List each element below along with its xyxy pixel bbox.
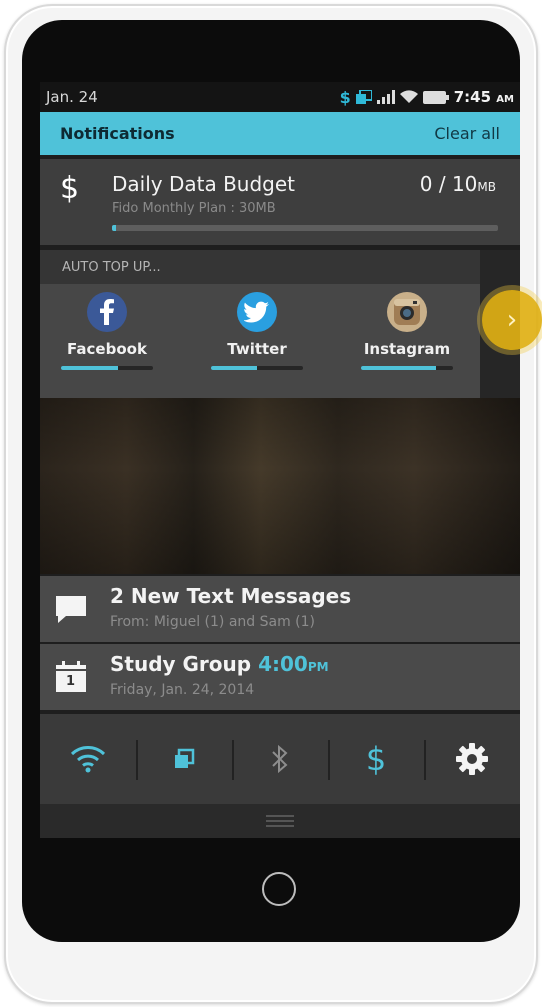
data-budget-toggle[interactable]: $ — [328, 714, 424, 804]
budget-dollar-icon: $ — [60, 171, 80, 206]
twitter-icon — [237, 292, 277, 332]
wifi-toggle[interactable] — [40, 714, 136, 804]
budget-progress-bar — [112, 225, 498, 231]
app-twitter[interactable]: Twitter — [202, 292, 312, 392]
wallpaper-shade — [40, 398, 520, 574]
calendar-icon: 1 — [54, 660, 88, 694]
messages-notification[interactable]: 2 New Text Messages From: Miguel (1) and… — [40, 576, 520, 642]
settings-button[interactable] — [424, 714, 520, 804]
app-progress-bar — [361, 366, 453, 370]
messages-subtitle: From: Miguel (1) and Sam (1) — [110, 614, 315, 630]
app-name: Twitter — [227, 340, 287, 358]
auto-top-up-label: AUTO TOP UP... — [40, 250, 480, 284]
drawer-handle[interactable] — [40, 804, 520, 838]
data-sync-icon — [355, 90, 372, 104]
dollar-icon: $ — [365, 740, 387, 778]
notifications-header: Notifications Clear all — [40, 112, 520, 155]
app-progress-bar — [211, 366, 303, 370]
data-toggle[interactable] — [136, 714, 232, 804]
budget-amount: 0 / 10MB — [419, 172, 496, 196]
drag-handle-icon — [266, 815, 294, 817]
bluetooth-toggle[interactable] — [232, 714, 328, 804]
home-button[interactable] — [262, 872, 296, 906]
messages-title: 2 New Text Messages — [110, 584, 352, 608]
study-subtitle: Friday, Jan. 24, 2014 — [110, 682, 255, 698]
phone-screen: Jan. 24 $ 7:45 AM Notifications Clear al… — [40, 82, 520, 838]
data-budget-notification[interactable]: $ Daily Data Budget Fido Monthly Plan : … — [40, 159, 520, 245]
app-name: Instagram — [363, 340, 451, 358]
next-arrow-button[interactable]: › — [482, 290, 542, 350]
calendar-day: 1 — [66, 674, 76, 689]
dollar-icon: $ — [339, 87, 351, 107]
auto-top-up-apps: Facebook Twitter Instagram — [40, 284, 480, 398]
status-bar: Jan. 24 $ 7:45 AM — [40, 82, 520, 112]
message-icon — [54, 592, 88, 626]
wifi-icon — [70, 746, 106, 773]
app-progress-fill — [211, 366, 257, 370]
data-sync-icon — [175, 748, 195, 768]
notifications-title: Notifications — [60, 124, 175, 143]
quick-settings-bar: $ — [40, 714, 520, 804]
study-time: 4:00PM — [258, 652, 329, 676]
status-icons: $ 7:45 AM — [340, 88, 514, 107]
app-progress-fill — [361, 366, 437, 370]
auto-top-up-panel: AUTO TOP UP... Facebook Twitter Instagra… — [40, 250, 520, 398]
signal-icon — [376, 90, 395, 104]
instagram-icon — [387, 292, 427, 332]
budget-progress-fill — [112, 225, 116, 231]
battery-icon — [422, 90, 449, 104]
status-clock: 7:45 AM — [453, 88, 514, 106]
app-facebook[interactable]: Facebook — [52, 292, 162, 392]
budget-title: Daily Data Budget — [112, 172, 296, 196]
budget-subtitle: Fido Monthly Plan : 30MB — [112, 201, 276, 216]
bluetooth-icon — [272, 744, 288, 774]
app-progress-fill — [61, 366, 119, 370]
app-progress-bar — [61, 366, 153, 370]
wifi-status-icon — [399, 90, 418, 104]
facebook-icon — [87, 292, 127, 332]
wallpaper-background — [40, 398, 520, 574]
app-instagram[interactable]: Instagram — [352, 292, 462, 392]
clear-all-button[interactable]: Clear all — [434, 124, 500, 143]
settings-icon — [456, 743, 488, 775]
calendar-notification[interactable]: 1 Study Group 4:00PM Friday, Jan. 24, 20… — [40, 644, 520, 710]
status-date: Jan. 24 — [46, 88, 98, 106]
app-name: Facebook — [67, 340, 147, 358]
study-title: Study Group 4:00PM — [110, 652, 329, 676]
